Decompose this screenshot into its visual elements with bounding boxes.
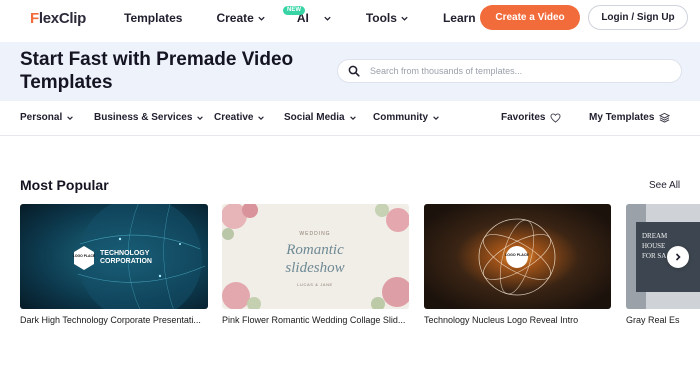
template-card-title[interactable]: Gray Real Es	[626, 315, 700, 325]
chevron-down-icon	[197, 115, 204, 120]
search-input[interactable]	[370, 66, 670, 76]
my-templates-link[interactable]: My Templates	[589, 112, 671, 123]
thumb-title-line-2: HOUSE	[642, 242, 665, 250]
nav-create-label: Create	[216, 11, 254, 25]
nav-templates-label: Templates	[124, 11, 183, 25]
category-personal[interactable]: Personal	[20, 112, 74, 123]
carousel-next-button[interactable]	[667, 246, 689, 268]
thumb-logo-text: LOGO PLACE	[73, 254, 96, 258]
nav-tools-label: Tools	[365, 11, 397, 25]
thumb-title-line-1: DREAM	[642, 232, 668, 240]
thumb-title-line-3: FOR SA	[642, 252, 666, 260]
nav-templates[interactable]: Templates	[124, 11, 182, 25]
thumb-names: LUCAS & JANE	[297, 282, 333, 287]
top-navigation: FlexClip Templates Create AI Tools Learn…	[0, 0, 700, 38]
logo-letter: F	[30, 9, 39, 27]
page-title: Start Fast with Premade Video Templates	[20, 49, 294, 93]
template-card-tech-corporate[interactable]: LOGO PLACE TECHNOLOGY CORPORATION	[20, 204, 208, 309]
section-title-most-popular: Most Popular	[20, 177, 109, 193]
flexclip-logo[interactable]: FlexClip	[30, 9, 86, 27]
category-label: Community	[373, 112, 428, 123]
template-card-title[interactable]: Dark High Technology Corporate Presentat…	[20, 315, 210, 325]
template-card-title[interactable]: Technology Nucleus Logo Reveal Intro	[424, 315, 612, 325]
stack-icon	[659, 112, 671, 123]
thumb-title-line-1: TECHNOLOGY	[100, 250, 150, 257]
thumb-script-line-2: slideshow	[285, 260, 344, 276]
chevron-down-icon	[349, 115, 356, 120]
heart-icon	[550, 112, 561, 123]
my-templates-label: My Templates	[589, 112, 655, 123]
template-card-pink-wedding[interactable]: WEDDING Romantic slideshow LUCAS & JANE	[222, 204, 409, 309]
template-search-box[interactable]	[337, 59, 682, 83]
template-thumbnail: LOGO PLACE TECHNOLOGY CORPORATION	[20, 204, 208, 309]
chevron-down-icon	[67, 115, 74, 120]
category-creative[interactable]: Creative	[214, 112, 265, 123]
chevron-down-icon	[433, 115, 439, 120]
category-business-services[interactable]: Business & Services	[94, 112, 204, 123]
template-thumbnail: WEDDING Romantic slideshow LUCAS & JANE	[222, 204, 409, 309]
nav-create[interactable]: Create	[216, 11, 265, 25]
see-all-link[interactable]: See All	[649, 180, 680, 191]
category-social-media[interactable]: Social Media	[284, 112, 357, 123]
logo-wordmark: lexClip	[38, 9, 86, 27]
template-card-title[interactable]: Pink Flower Romantic Wedding Collage Sli…	[222, 315, 410, 325]
category-community[interactable]: Community	[373, 112, 440, 123]
favorites-label: Favorites	[501, 112, 546, 123]
category-label: Social Media	[284, 112, 345, 123]
favorites-link[interactable]: Favorites	[501, 112, 561, 123]
nav-learn-label: Learn	[442, 11, 476, 25]
new-badge: NEW	[283, 6, 305, 15]
thumb-script-line-1: Romantic	[285, 242, 344, 258]
login-signup-button[interactable]: Login / Sign Up	[588, 5, 688, 30]
category-label: Creative	[214, 112, 254, 123]
template-thumbnail: LOGO PLACE	[424, 204, 611, 309]
category-label: Personal	[20, 112, 63, 123]
chevron-down-icon	[324, 16, 331, 21]
template-card-nucleus-logo[interactable]: LOGO PLACE	[424, 204, 611, 309]
nav-tools[interactable]: Tools	[366, 11, 409, 25]
create-video-button[interactable]: Create a Video	[480, 5, 580, 30]
category-label: Business & Services	[94, 112, 193, 123]
search-icon	[348, 65, 360, 77]
chevron-down-icon	[258, 16, 265, 21]
chevron-down-icon	[401, 16, 408, 21]
main-menu: Templates Create AI Tools Learn	[124, 11, 488, 25]
thumb-title-line-2: CORPORATION	[100, 258, 152, 265]
thumb-small-caption: WEDDING	[299, 231, 330, 237]
chevron-down-icon	[258, 115, 265, 120]
chevron-right-icon	[675, 253, 681, 261]
thumb-logo-text: LOGO PLACE	[505, 253, 529, 257]
